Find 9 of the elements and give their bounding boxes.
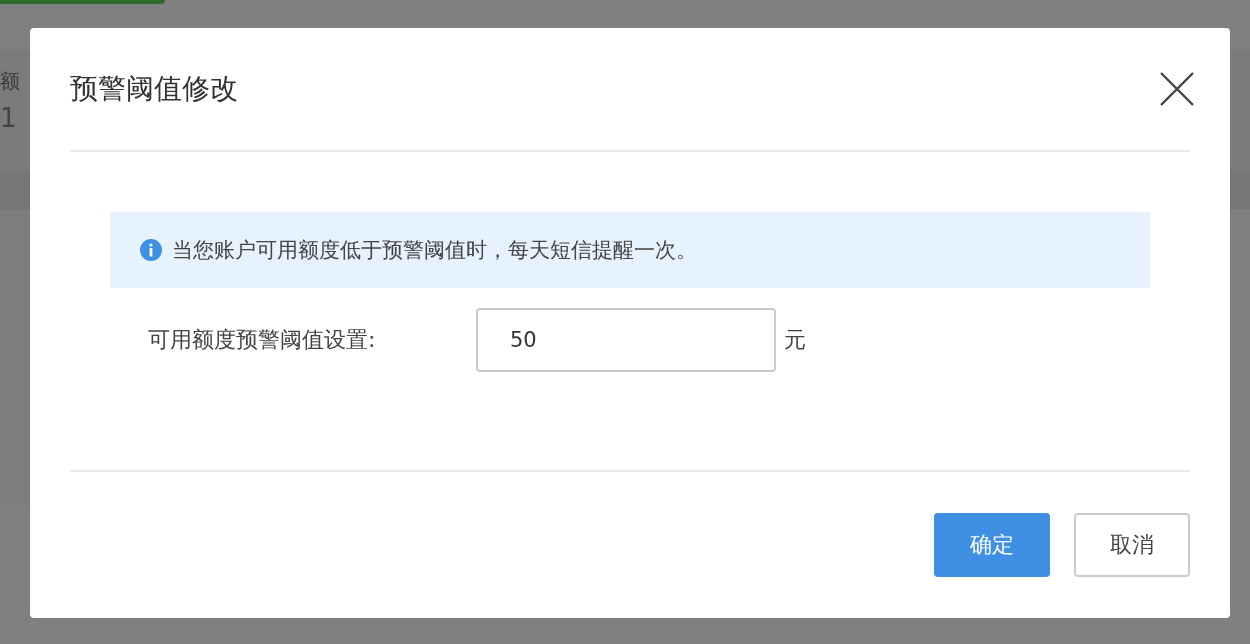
threshold-field[interactable]: 50 bbox=[476, 308, 776, 372]
field-label: 可用额度预警阈值设置: bbox=[148, 326, 377, 354]
notice-text: 当您账户可用额度低于预警阈值时，每天短信提醒一次。 bbox=[172, 237, 697, 264]
unit-label: 元 bbox=[784, 326, 806, 354]
info-icon bbox=[140, 239, 162, 261]
close-icon[interactable] bbox=[1160, 72, 1194, 106]
dialog-title: 预警阈值修改 bbox=[70, 71, 238, 107]
column-header: 额 bbox=[0, 68, 21, 95]
cancel-button[interactable]: 取消 bbox=[1074, 513, 1190, 577]
